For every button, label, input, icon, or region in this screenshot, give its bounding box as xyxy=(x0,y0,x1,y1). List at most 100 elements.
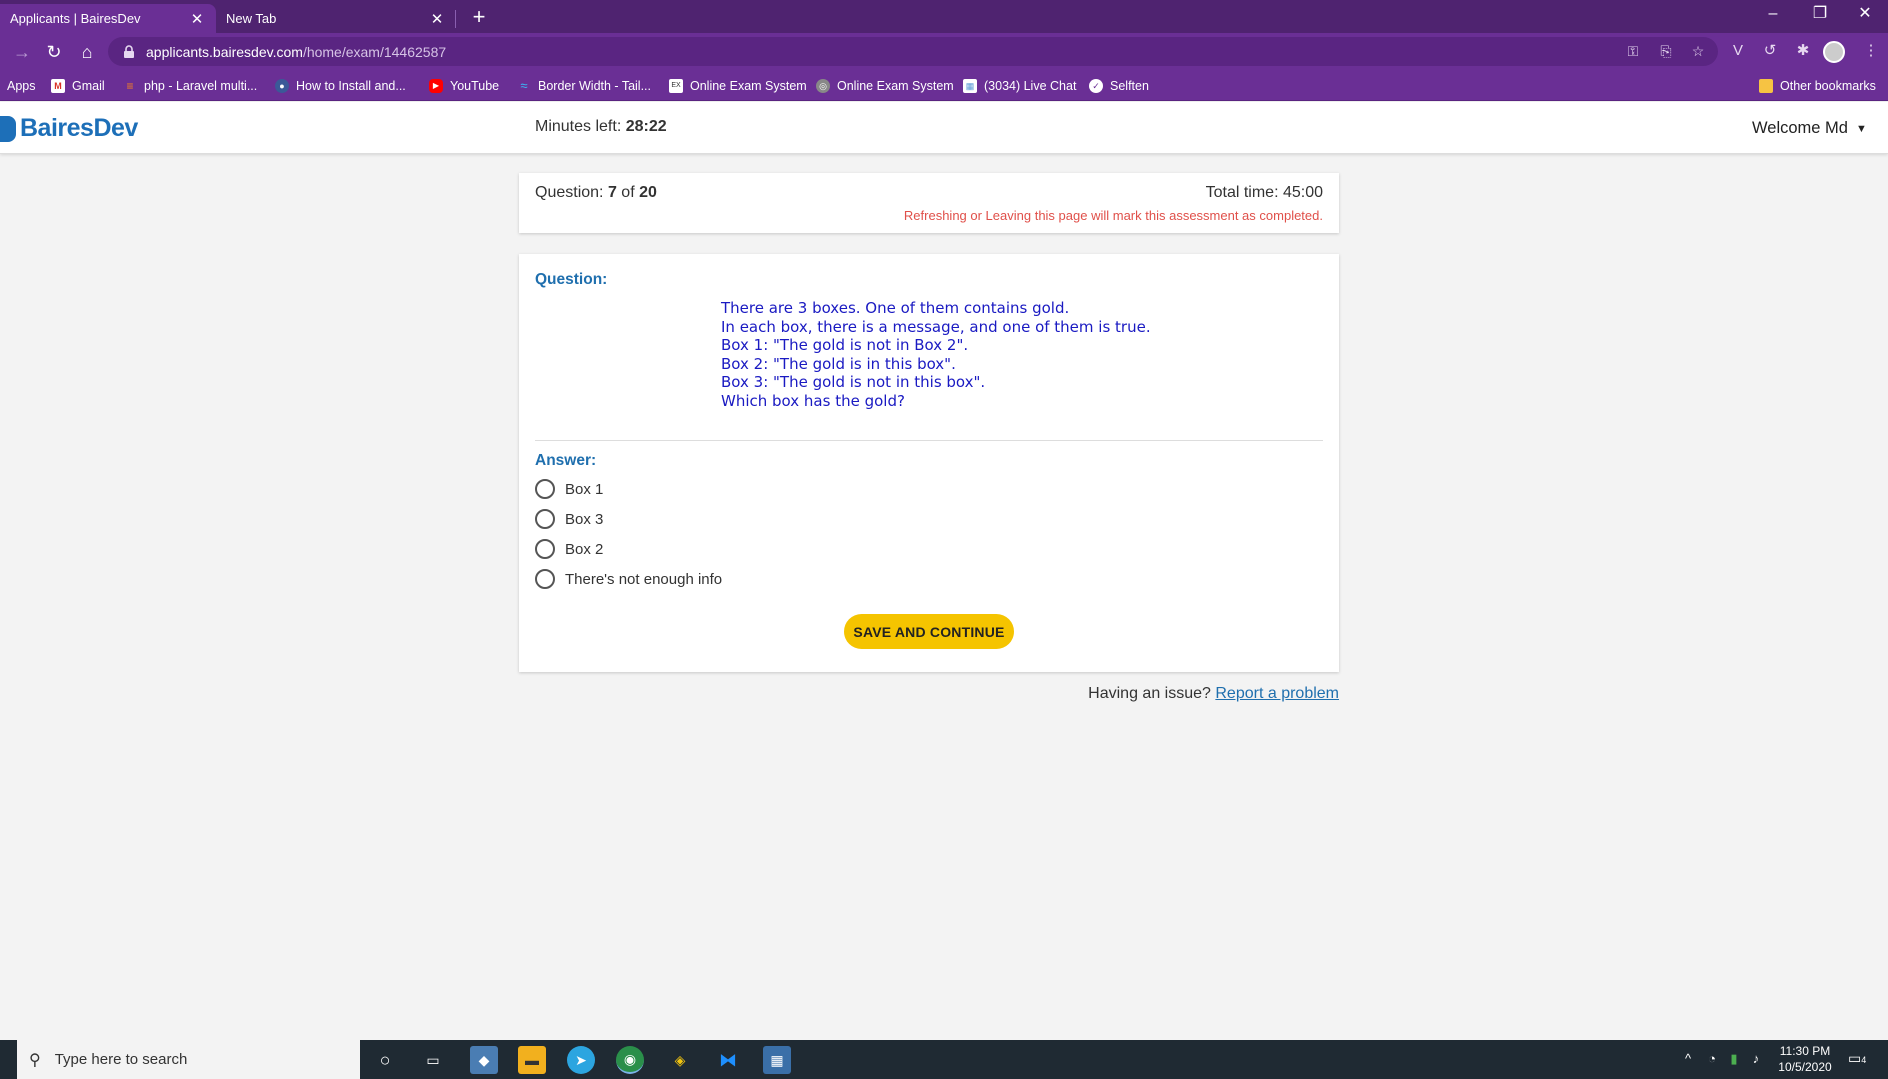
user-menu[interactable]: Welcome Md ▼ xyxy=(1752,119,1867,138)
system-clock[interactable]: 11:30 PM 10/5/2020 xyxy=(1765,1043,1845,1075)
chrome-icon[interactable]: ◉ xyxy=(616,1046,644,1074)
key-icon[interactable]: ⚿ xyxy=(1623,41,1643,61)
restore-icon[interactable]: ❐ xyxy=(1797,0,1843,30)
radio-button[interactable] xyxy=(535,479,555,499)
tab-separator xyxy=(455,10,456,28)
folder-icon xyxy=(1759,79,1773,93)
signal-icon[interactable]: ▮ xyxy=(1726,1051,1742,1067)
bookmark-label: Gmail xyxy=(72,79,105,93)
search-icon: ⚲ xyxy=(29,1051,41,1069)
issue-text: Having an issue? xyxy=(1088,685,1211,702)
radio-button[interactable] xyxy=(535,539,555,559)
app-icon[interactable]: ◆ xyxy=(470,1046,498,1074)
youtube-icon: ▶ xyxy=(429,79,443,93)
telegram-icon[interactable]: ➤ xyxy=(567,1046,595,1074)
search-placeholder: Type here to search xyxy=(54,1051,188,1068)
bookmark-label: How to Install and... xyxy=(296,79,406,93)
answer-option-box-2[interactable]: Box 2 xyxy=(535,538,603,560)
question-text: There are 3 boxes. One of them contains … xyxy=(721,299,1151,410)
gmail-icon: M xyxy=(51,79,65,93)
minutes-left-value: 28:22 xyxy=(625,118,667,135)
bookmark-live-chat[interactable]: ▦ (3034) Live Chat xyxy=(963,76,1076,96)
profile-avatar[interactable] xyxy=(1823,41,1845,63)
bookmark-gmail[interactable]: M Gmail xyxy=(51,76,105,96)
tab-title: Applicants | BairesDev xyxy=(10,11,141,26)
clock-date: 10/5/2020 xyxy=(1778,1060,1832,1074)
notification-count: 4 xyxy=(1861,1055,1867,1065)
network-icon[interactable]: ◔ xyxy=(1704,1051,1720,1067)
question-progress-label: Question: xyxy=(535,184,604,201)
report-problem-link[interactable]: Report a problem xyxy=(1215,685,1339,702)
address-bar[interactable]: applicants.bairesdev.com /home/exam/1446… xyxy=(108,37,1718,66)
bookmark-star-icon[interactable]: ☆ xyxy=(1688,41,1708,61)
welcome-text: Welcome Md xyxy=(1752,119,1848,137)
browser-toolbar: → ↻ ⌂ applicants.bairesdev.com /home/exa… xyxy=(0,33,1888,70)
of-text: of xyxy=(621,184,635,201)
vuejs-extension-icon[interactable]: V xyxy=(1727,40,1749,62)
close-tab-icon[interactable]: ✕ xyxy=(428,10,446,28)
option-label: Box 2 xyxy=(565,540,604,558)
bookmark-label: Apps xyxy=(7,79,36,93)
logo-text: BairesDev xyxy=(20,114,138,142)
selften-icon: ✓ xyxy=(1089,79,1103,93)
minimize-icon[interactable]: – xyxy=(1750,0,1796,30)
bookmark-label: Selften xyxy=(1110,79,1149,93)
tab-title: New Tab xyxy=(226,11,277,26)
answer-option-box-1[interactable]: Box 1 xyxy=(535,478,603,500)
tailwind-icon: ≈ xyxy=(520,78,528,93)
bairesdev-logo[interactable]: BairesDev xyxy=(0,114,138,143)
leave-warning: Refreshing or Leaving this page will mar… xyxy=(903,208,1323,223)
browser-tab-strip: Applicants | BairesDev ✕ New Tab ✕ + – ❐… xyxy=(0,0,1888,33)
minutes-left: Minutes left: 28:22 xyxy=(535,118,667,136)
question-heading: Question: xyxy=(535,271,608,288)
close-window-icon[interactable]: ✕ xyxy=(1842,0,1888,30)
question-total: 20 xyxy=(639,184,657,201)
bookmark-apps[interactable]: Apps xyxy=(7,76,36,96)
bookmark-tailwind[interactable]: ≈ Border Width - Tail... xyxy=(517,76,651,96)
notifications-icon[interactable]: ▭4 xyxy=(1848,1050,1870,1070)
answer-option-box-3[interactable]: Box 3 xyxy=(535,508,603,530)
option-label: Box 1 xyxy=(565,480,604,498)
radio-button[interactable] xyxy=(535,569,555,589)
site-header: BairesDev Minutes left: 28:22 Welcome Md… xyxy=(0,102,1888,154)
vscode-icon[interactable]: ⧓ xyxy=(714,1046,742,1074)
reload-icon[interactable]: ↻ xyxy=(41,39,67,65)
bookmark-youtube[interactable]: ▶ YouTube xyxy=(429,76,499,96)
taskbar-search[interactable]: ⚲ Type here to search xyxy=(17,1040,360,1079)
exam-icon: EX xyxy=(669,79,683,93)
stackoverflow-icon: ≡ xyxy=(126,79,134,93)
bookmark-laravel[interactable]: ≡ php - Laravel multi... xyxy=(123,76,257,96)
save-and-continue-button[interactable]: SAVE AND CONTINUE xyxy=(844,614,1014,649)
home-icon[interactable]: ⌂ xyxy=(74,39,100,65)
bookmark-selften[interactable]: ✓ Selften xyxy=(1089,76,1149,96)
bookmark-label: Other bookmarks xyxy=(1780,79,1876,93)
url-host: applicants.bairesdev.com xyxy=(146,43,303,60)
history-extension-icon[interactable]: ↺ xyxy=(1759,40,1781,62)
back-icon[interactable]: → xyxy=(9,39,35,65)
bookmark-online-exam-1[interactable]: EX Online Exam System xyxy=(669,76,807,96)
file-explorer-icon[interactable]: ▬ xyxy=(518,1046,546,1074)
sourcetree-icon[interactable]: ◈ xyxy=(666,1046,694,1074)
report-issue: Having an issue? Report a problem xyxy=(1088,685,1339,703)
tab-new-tab[interactable]: New Tab ✕ xyxy=(216,4,456,33)
volume-icon[interactable]: ♪ xyxy=(1748,1051,1764,1067)
calculator-icon[interactable]: ▦ xyxy=(763,1046,791,1074)
bookmark-label: Border Width - Tail... xyxy=(538,79,652,93)
radio-button[interactable] xyxy=(535,509,555,529)
cortana-icon[interactable]: ○ xyxy=(371,1046,399,1074)
tray-chevron-up-icon[interactable]: ^ xyxy=(1680,1051,1696,1067)
tab-applicants[interactable]: Applicants | BairesDev ✕ xyxy=(0,4,216,33)
site-icon: ● xyxy=(275,79,289,93)
bookmark-how-to-install[interactable]: ● How to Install and... xyxy=(275,76,406,96)
new-tab-button[interactable]: + xyxy=(466,4,492,30)
close-tab-icon[interactable]: ✕ xyxy=(188,10,206,28)
other-bookmarks[interactable]: Other bookmarks xyxy=(1759,76,1876,96)
extensions-puzzle-icon[interactable]: ✱ xyxy=(1792,40,1814,62)
chat-icon: ▦ xyxy=(963,79,977,93)
bookmark-online-exam-2[interactable]: ◎ Online Exam System xyxy=(816,76,954,96)
globe-icon: ◎ xyxy=(816,79,830,93)
answer-option-not-enough-info[interactable]: There's not enough info xyxy=(535,568,722,590)
browser-menu-icon[interactable]: ⋮ xyxy=(1860,40,1882,62)
translate-icon[interactable]: ⎘ xyxy=(1656,41,1676,61)
task-view-icon[interactable]: ▭ xyxy=(419,1046,447,1074)
